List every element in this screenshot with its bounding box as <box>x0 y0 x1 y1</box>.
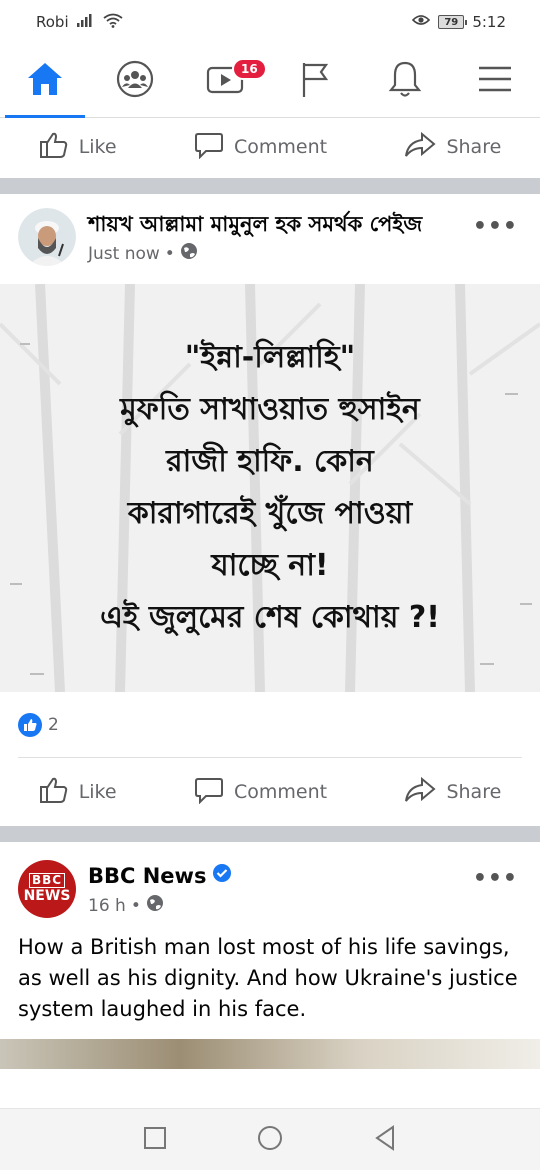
recents-square-icon[interactable] <box>143 1126 167 1154</box>
menu-icon <box>477 64 513 98</box>
feed-divider <box>0 826 540 842</box>
post-image[interactable]: "ইন্না-লিল্লাহি" মুফতি সাখাওয়াত হুসাইন … <box>0 284 540 692</box>
globe-icon <box>146 894 164 917</box>
nav-notifications-tab[interactable] <box>360 44 450 118</box>
post-header: শায়খ আল্লামা মামুনুল হক সমর্থক পেইজ Jus… <box>0 194 540 266</box>
image-text-line: মুফতি সাখাওয়াত হুসাইন <box>120 392 420 427</box>
author-avatar[interactable] <box>18 208 76 266</box>
share-button[interactable]: Share <box>404 131 501 164</box>
reaction-summary[interactable]: 2 <box>18 692 522 758</box>
like-label: Like <box>78 781 117 803</box>
post-time-label: Just now <box>88 243 160 264</box>
bbc-logo-avatar[interactable]: BBC NEWS <box>18 860 76 918</box>
bbc-logo-text: BBC <box>28 873 66 888</box>
post-card: BBC NEWS BBC News 16 h • ••• How a Briti… <box>0 842 540 1069</box>
share-label: Share <box>446 781 502 803</box>
system-nav-bar <box>0 1108 540 1170</box>
post-text: How a British man lost most of his life … <box>18 935 518 1021</box>
home-icon <box>26 61 64 101</box>
share-label: Share <box>446 136 502 158</box>
clock-time: 5:12 <box>472 13 506 31</box>
globe-icon <box>180 242 198 265</box>
nav-watch-tab[interactable]: 16 <box>180 44 270 118</box>
image-text-line: "ইন্না-লিল্লাহি" <box>184 340 356 375</box>
share-button[interactable]: Share <box>404 776 501 809</box>
news-feed[interactable]: Like Comment Share শায়খ আল্লামা মামুনুল… <box>0 118 540 1108</box>
comment-icon <box>194 131 224 164</box>
wifi-icon <box>103 13 123 32</box>
like-reaction-icon <box>18 712 42 737</box>
image-text-line: রাজী হাফি. কোন <box>166 444 374 479</box>
share-icon <box>404 776 437 809</box>
watch-notification-badge: 16 <box>232 57 267 80</box>
bell-icon <box>387 59 423 103</box>
image-text-line: যাচ্ছে না! <box>211 548 329 583</box>
comment-icon <box>194 776 224 809</box>
post-author-name[interactable]: BBC News <box>88 860 206 892</box>
top-navbar: 16 <box>0 44 540 118</box>
more-options-button[interactable]: ••• <box>473 214 518 239</box>
eye-icon <box>412 13 431 31</box>
comment-button[interactable]: Comment <box>194 131 327 164</box>
post-card: শায়খ আল্লামা মামুনুল হক সমর্থক পেইজ Jus… <box>0 194 540 826</box>
post-action-row: Like Comment Share <box>0 758 540 826</box>
post-author-row: BBC News <box>88 860 522 892</box>
thumbs-up-icon <box>39 776 69 809</box>
comment-button[interactable]: Comment <box>194 776 327 809</box>
status-right: 79 5:12 <box>412 13 506 31</box>
post-image-text: "ইন্না-লিল্লাহি" মুফতি সাখাওয়াত হুসাইন … <box>100 332 440 644</box>
post-timestamp: Just now • <box>88 242 522 265</box>
nav-pages-tab[interactable] <box>270 44 360 118</box>
post-timestamp: 16 h • <box>88 894 522 917</box>
post-image-preview[interactable] <box>0 1039 540 1069</box>
back-triangle-icon[interactable] <box>373 1124 397 1155</box>
prev-post-action-row: Like Comment Share <box>0 118 540 176</box>
groups-icon <box>116 60 154 102</box>
post-author-name[interactable]: শায়খ আল্লামা মামুনুল হক সমর্থক পেইজ <box>88 208 522 240</box>
nav-menu-tab[interactable] <box>450 44 540 118</box>
comment-label: Comment <box>233 781 328 803</box>
post-header: BBC NEWS BBC News 16 h • ••• <box>0 842 540 918</box>
carrier-label: Robi <box>36 13 69 31</box>
image-text-line: কারাগারেই খুঁজে পাওয়া <box>127 496 413 531</box>
battery-icon: 79 <box>438 15 468 29</box>
nav-home-tab[interactable] <box>0 44 90 118</box>
like-button[interactable]: Like <box>39 776 117 809</box>
more-options-button[interactable]: ••• <box>473 866 518 891</box>
thumbs-up-icon <box>39 131 69 164</box>
news-logo-text: NEWS <box>23 888 71 904</box>
status-left: Robi <box>36 13 123 32</box>
reaction-count: 2 <box>48 714 59 735</box>
image-text-line: এই জুলুমের শেষ কোথায় ?! <box>100 600 440 635</box>
post-time-label: 16 h <box>88 895 126 916</box>
home-circle-icon[interactable] <box>257 1125 283 1155</box>
post-meta: BBC News 16 h • <box>88 860 522 918</box>
post-meta: শায়খ আল্লামা মামুনুল হক সমর্থক পেইজ Jus… <box>88 208 522 266</box>
nav-groups-tab[interactable] <box>90 44 180 118</box>
feed-divider <box>0 178 540 194</box>
comment-label: Comment <box>233 136 328 158</box>
status-bar: Robi 79 5:12 <box>0 0 540 44</box>
share-icon <box>404 131 437 164</box>
signal-icon <box>76 13 95 31</box>
flag-icon <box>298 59 332 103</box>
like-label: Like <box>78 136 117 158</box>
verified-badge-icon <box>212 860 232 892</box>
like-button[interactable]: Like <box>39 131 117 164</box>
